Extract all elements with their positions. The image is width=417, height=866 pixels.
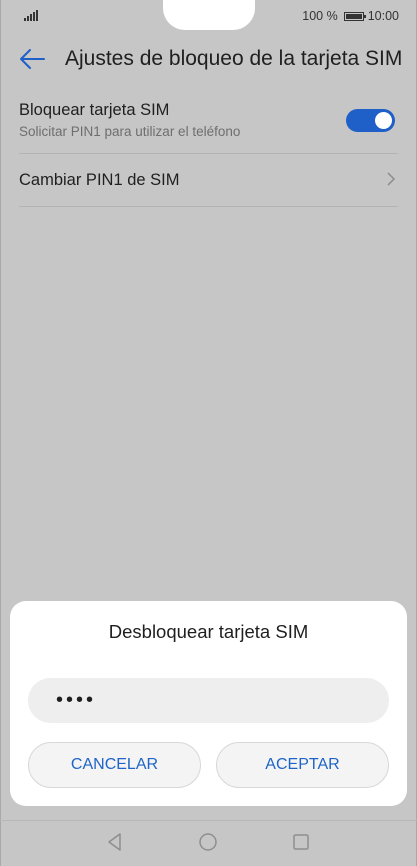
setting-lock-sim-title: Bloquear tarjeta SIM	[19, 101, 170, 119]
nav-divider	[0, 820, 417, 821]
recents-square-icon[interactable]	[291, 832, 311, 852]
screen: 100 % 10:00 Ajustes de bloqueo de la tar…	[0, 0, 417, 866]
signal-icon	[24, 10, 40, 21]
dialog-title: Desbloquear tarjeta SIM	[108, 621, 309, 642]
setting-lock-sim-subtitle: Solicitar PIN1 para utilizar el teléfono	[19, 124, 241, 139]
app-header: Ajustes de bloqueo de la tarjeta SIM	[0, 40, 417, 80]
status-bar: 100 % 10:00	[0, 0, 417, 32]
back-triangle-icon[interactable]	[105, 832, 125, 852]
setting-change-pin[interactable]: Cambiar PIN1 de SIM	[19, 153, 398, 207]
lock-sim-toggle[interactable]	[346, 109, 395, 132]
battery-percent: 100 %	[302, 9, 338, 23]
home-circle-icon[interactable]	[198, 832, 218, 852]
status-right: 100 % 10:00	[302, 9, 399, 23]
unlock-sim-dialog: Desbloquear tarjeta SIM •••• CANCELAR AC…	[10, 601, 407, 806]
arrow-left-icon[interactable]	[18, 48, 46, 70]
navigation-bar	[0, 820, 417, 866]
clock: 10:00	[367, 9, 399, 23]
frame-edge-left	[0, 0, 1, 866]
setting-lock-sim[interactable]: Bloquear tarjeta SIM Solicitar PIN1 para…	[19, 96, 398, 154]
chevron-right-icon	[387, 172, 396, 186]
pin-input[interactable]: ••••	[28, 678, 389, 723]
accept-button[interactable]: ACEPTAR	[216, 742, 389, 788]
cancel-button[interactable]: CANCELAR	[28, 742, 201, 788]
page-title: Ajustes de bloqueo de la tarjeta SIM	[65, 47, 403, 70]
battery-icon	[343, 11, 366, 21]
setting-change-pin-title: Cambiar PIN1 de SIM	[19, 171, 180, 189]
toggle-knob	[375, 112, 392, 129]
